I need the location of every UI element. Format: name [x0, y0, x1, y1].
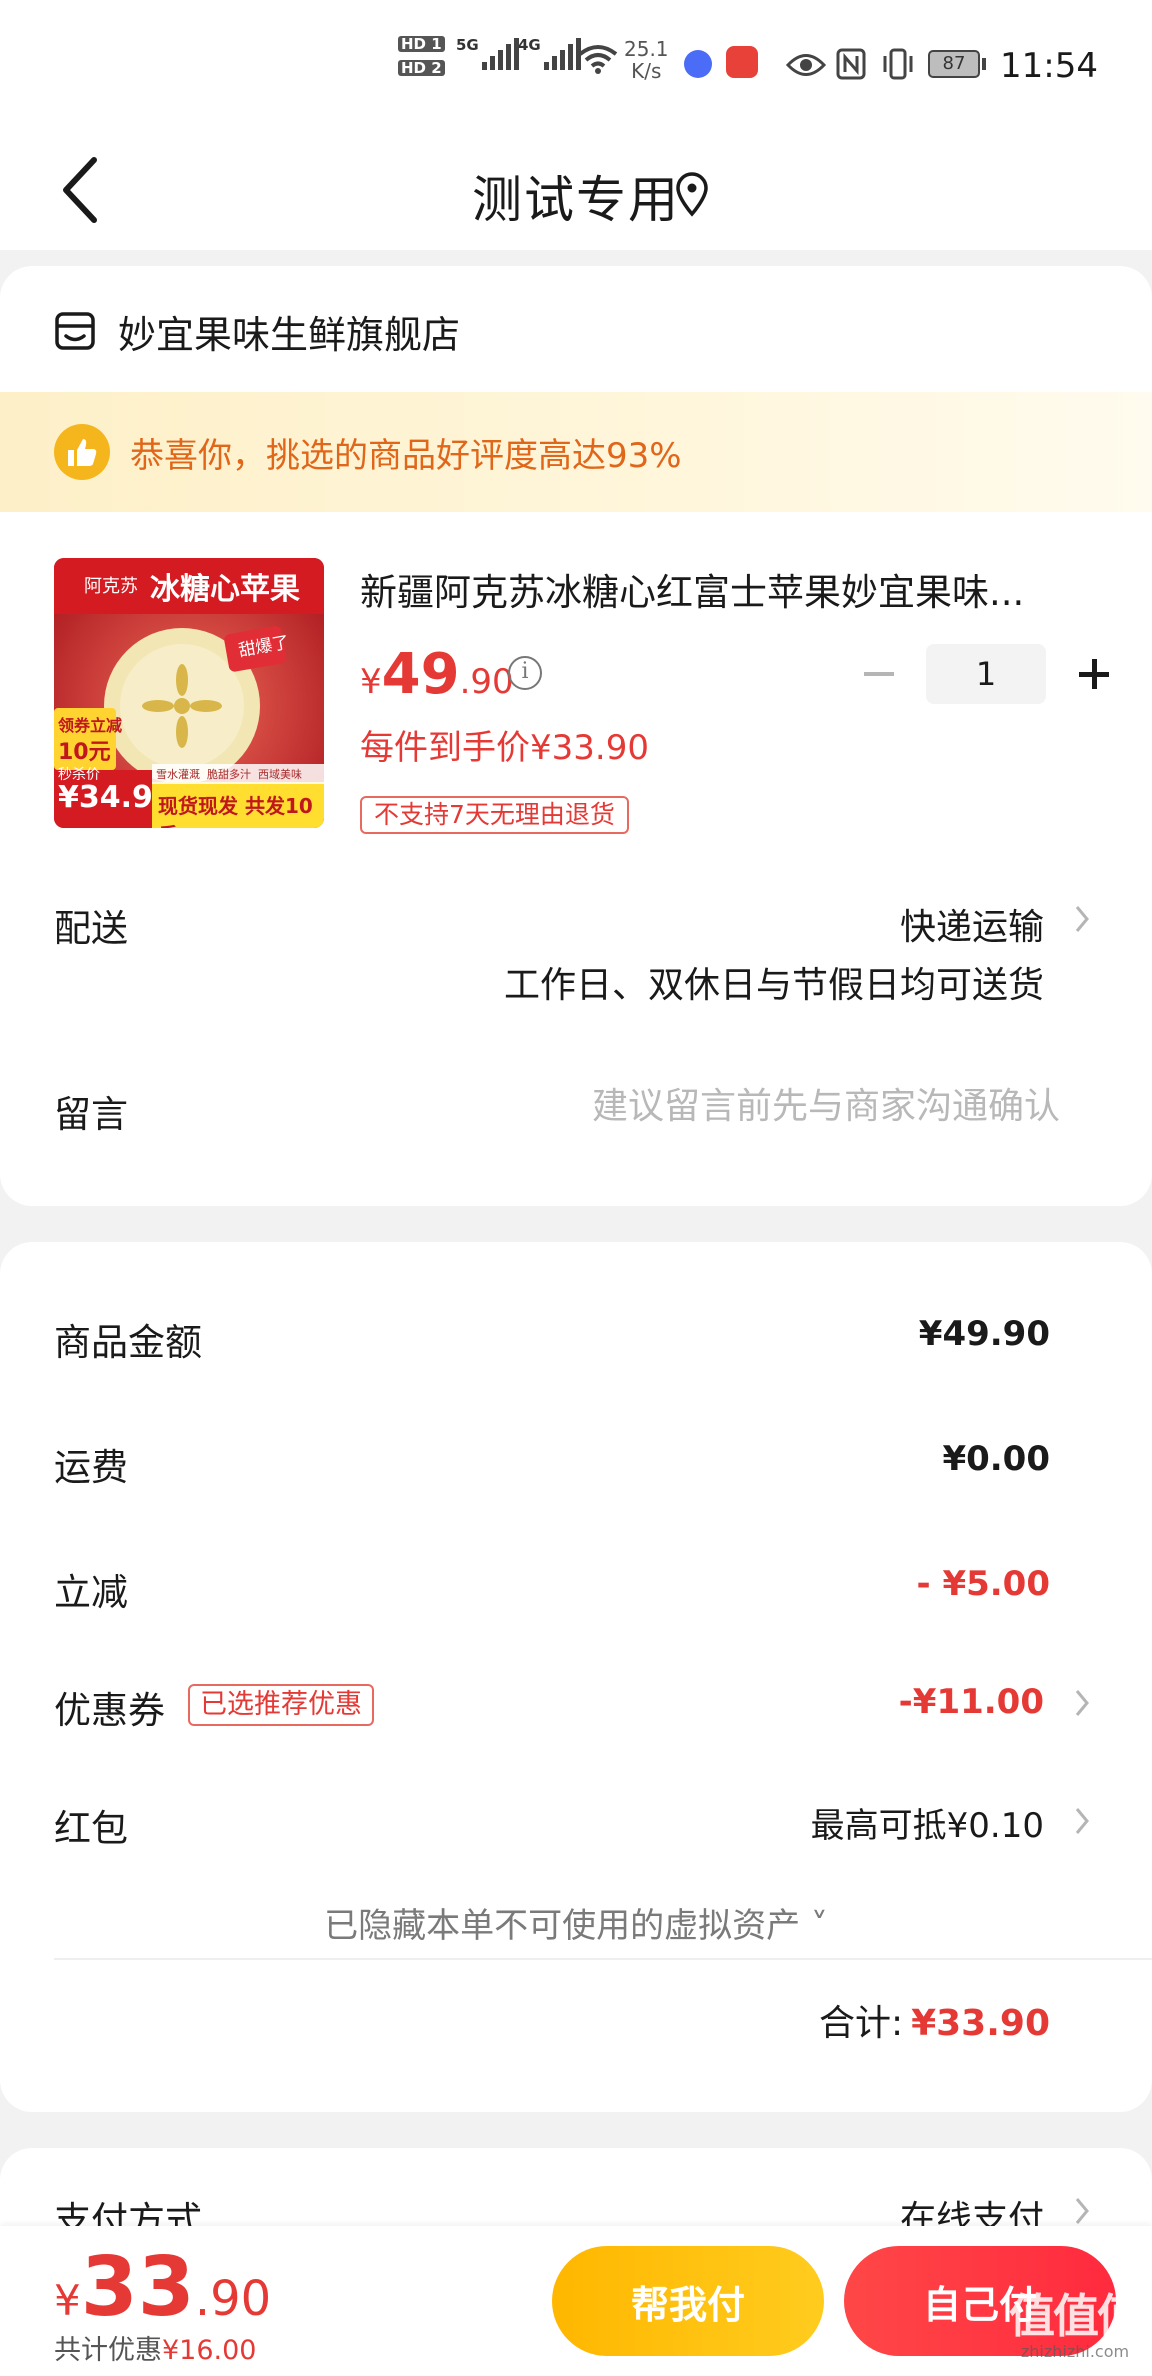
checkout-bar: ¥ 33 .90 共计优惠¥16.00 帮我付 自己付	[0, 2226, 1152, 2376]
redpacket-value[interactable]: 最高可抵¥0.10	[811, 1798, 1044, 1847]
unit-final-price: 每件到手价¥33.90	[360, 728, 649, 768]
hd-indicators: HD 1 HD 2	[398, 36, 445, 76]
battery-indicator: 87	[928, 50, 986, 78]
signal-bars-icon	[481, 36, 519, 70]
speed-unit: K/s	[631, 59, 662, 83]
eye-icon	[786, 52, 826, 78]
price-info-icon[interactable]: i	[508, 656, 542, 690]
summary-divider	[54, 1958, 1152, 1960]
watermark-url: zhizhizhi.com	[1020, 2342, 1130, 2361]
status-bar: HD 1 HD 2 5G 4G 25.1 K/s 87 11:54	[0, 0, 1152, 130]
redpacket-chevron-icon[interactable]	[1072, 1804, 1092, 1838]
redpacket-label: 红包	[54, 1807, 128, 1850]
img-brand: 阿克苏	[84, 576, 138, 597]
total-label: 合计:	[818, 2003, 904, 2044]
store-name: 妙宜果味生鲜旗舰店	[118, 312, 461, 357]
product-price: ¥ 49 .90	[360, 642, 514, 707]
coupon-label: 优惠券	[54, 1689, 165, 1732]
price-decimal: .90	[459, 662, 514, 702]
hd1-badge: HD 1	[398, 36, 445, 52]
order-item-card: 妙宜果味生鲜旗舰店 恭喜你，挑选的商品好评度高达93% 阿克苏 冰糖心苹果 甜爆…	[0, 266, 1152, 1206]
message-input[interactable]	[300, 1076, 1060, 1136]
signal-bars-icon-2	[543, 36, 581, 70]
net-type-4g: 4G	[518, 36, 541, 54]
chevron-right-icon[interactable]	[1072, 902, 1092, 936]
nfc-icon	[836, 48, 866, 80]
coupon-recommended-tag[interactable]: 已选推荐优惠	[188, 1684, 374, 1726]
music-app-icon	[684, 50, 712, 78]
checkout-total-discount: 共计优惠¥16.00	[54, 2328, 256, 2367]
rating-promo-text: 恭喜你，挑选的商品好评度高达93%	[130, 435, 682, 476]
delivery-note: 工作日、双休日与节假日均可送货	[503, 965, 1044, 1006]
decrease-quantity-button[interactable]	[850, 646, 906, 702]
signal-5g: 5G	[456, 36, 519, 70]
shipping-value: ¥0.00	[942, 1439, 1050, 1479]
goods-amount-label: 商品金额	[54, 1321, 202, 1364]
return-policy-badge: 不支持7天无理由退货	[360, 796, 629, 834]
img-coupon-line2: 10元	[58, 740, 111, 765]
price-symbol: ¥	[360, 662, 382, 702]
shipping-label: 运费	[54, 1446, 128, 1489]
net-type-5g: 5G	[456, 36, 479, 54]
site-watermark: 值值值 zhizhizhi.com	[1000, 2290, 1150, 2370]
watermark-logo: 值值值	[1009, 2289, 1143, 2343]
quantity-value[interactable]: 1	[926, 644, 1046, 704]
instant-discount-value: - ¥5.00	[916, 1564, 1051, 1604]
message-label: 留言	[54, 1093, 128, 1136]
store-icon	[55, 312, 95, 350]
discount-prefix: 共计优惠	[54, 2335, 162, 2366]
checkout-price-symbol: ¥	[54, 2276, 81, 2325]
total-row: 合计: ¥33.90	[819, 1994, 1050, 2046]
price-integer: 49	[381, 642, 460, 707]
delivery-method[interactable]: 快递运输	[900, 898, 1044, 950]
instant-discount-label: 立减	[54, 1571, 128, 1614]
img-features: 雪水灌溉 脆甜多汁 西域美味	[156, 768, 302, 781]
location-pin-icon[interactable]	[672, 170, 712, 218]
coupon-value[interactable]: -¥11.00	[899, 1682, 1044, 1722]
delivery-label: 配送	[54, 907, 128, 950]
notification-app-icon	[726, 46, 758, 78]
clock: 11:54	[1000, 46, 1098, 86]
vibrate-icon	[880, 48, 916, 80]
hidden-assets-toggle[interactable]: 已隐藏本单不可使用的虚拟资产 ˅	[0, 1898, 1152, 1947]
nav-bar: 测试专用	[0, 130, 1152, 250]
increase-quantity-button[interactable]	[1066, 646, 1122, 702]
img-flash-price: ¥34.9	[58, 780, 153, 815]
battery-level: 87	[928, 50, 980, 78]
price-summary-card: 商品金额 ¥49.90 运费 ¥0.00 立减 - ¥5.00 优惠券 已选推荐…	[0, 1242, 1152, 2112]
total-value: ¥33.90	[911, 2003, 1050, 2044]
hd2-badge: HD 2	[398, 60, 445, 76]
goods-amount-value: ¥49.90	[918, 1314, 1050, 1354]
coupon-chevron-icon[interactable]	[1072, 1686, 1092, 1720]
wifi-icon	[578, 44, 618, 74]
payment-chevron-icon[interactable]	[1072, 2194, 1092, 2228]
img-coupon-line1: 领券立减	[58, 716, 123, 735]
img-bottom-banner: 现货现发 共发10斤	[158, 794, 313, 828]
product-image[interactable]: 阿克苏 冰糖心苹果 甜爆了 领券立减 10元 秒杀价 ¥34.9 雪水灌溉 脆甜…	[54, 558, 324, 828]
speed-value: 25.1	[624, 37, 669, 61]
product-title[interactable]: 新疆阿克苏冰糖心红富士苹果妙宜果味...	[360, 562, 1080, 616]
help-me-pay-button[interactable]: 帮我付	[552, 2246, 824, 2356]
thumbs-up-icon	[54, 424, 110, 480]
network-speed: 25.1 K/s	[624, 38, 669, 82]
img-headline: 冰糖心苹果	[150, 572, 300, 607]
quantity-stepper: 1	[850, 644, 1122, 704]
checkout-total-price: ¥ 33 .90	[54, 2240, 271, 2335]
checkout-price-integer: 33	[80, 2240, 195, 2335]
store-row[interactable]: 妙宜果味生鲜旗舰店	[54, 306, 461, 357]
discount-amount: ¥16.00	[162, 2335, 257, 2366]
signal-4g: 4G	[518, 36, 581, 70]
rating-promo-bar: 恭喜你，挑选的商品好评度高达93%	[0, 392, 1152, 512]
page-title: 测试专用	[472, 171, 680, 229]
checkout-price-decimal: .90	[194, 2271, 272, 2327]
